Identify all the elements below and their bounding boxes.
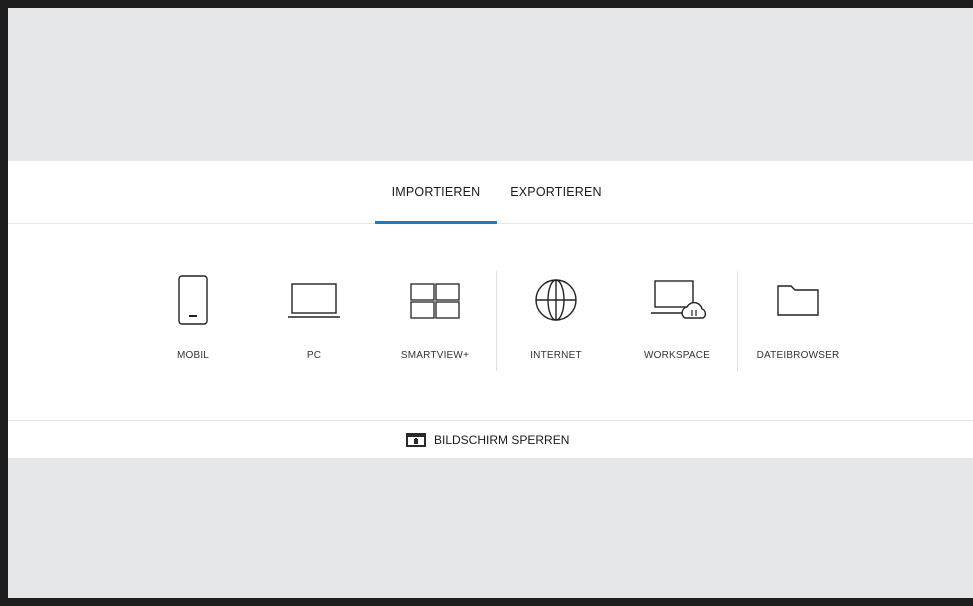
source-label: MOBIL <box>176 350 210 361</box>
lock-bar: BILDSCHIRM SPERREN <box>8 420 973 458</box>
source-label: SMARTVIEW+ <box>400 350 470 361</box>
source-workspace[interactable]: WORKSPACE <box>627 271 727 381</box>
lock-screen-label: BILDSCHIRM SPERREN <box>434 433 570 447</box>
tab-bar: IMPORTIEREN EXPORTIEREN <box>8 161 973 224</box>
source-label: PC <box>306 350 322 361</box>
source-dateibrowser[interactable]: DATEIBROWSER <box>748 271 848 381</box>
source-label: WORKSPACE <box>643 350 711 361</box>
source-pc[interactable]: PC <box>264 271 364 381</box>
laptop-icon <box>264 271 364 327</box>
folder-icon <box>748 271 848 327</box>
tab-exportieren[interactable]: EXPORTIEREN <box>504 161 608 223</box>
globe-icon <box>506 271 606 327</box>
screen-area: IMPORTIEREN EXPORTIEREN MOBIL PC SMARTVI… <box>8 8 973 598</box>
source-internet[interactable]: INTERNET <box>506 271 606 381</box>
smartphone-icon <box>143 271 243 327</box>
source-label: INTERNET <box>530 350 582 361</box>
source-smartview[interactable]: SMARTVIEW+ <box>385 271 485 381</box>
source-mobil[interactable]: MOBIL <box>143 271 243 381</box>
source-label: DATEIBROWSER <box>756 350 840 361</box>
source-panel: IMPORTIEREN EXPORTIEREN MOBIL PC SMARTVI… <box>8 161 973 458</box>
grid-icon <box>385 271 485 327</box>
workspace-cloud-icon <box>627 271 727 327</box>
tab-importieren[interactable]: IMPORTIEREN <box>375 161 497 224</box>
lock-screen-icon <box>406 433 426 447</box>
